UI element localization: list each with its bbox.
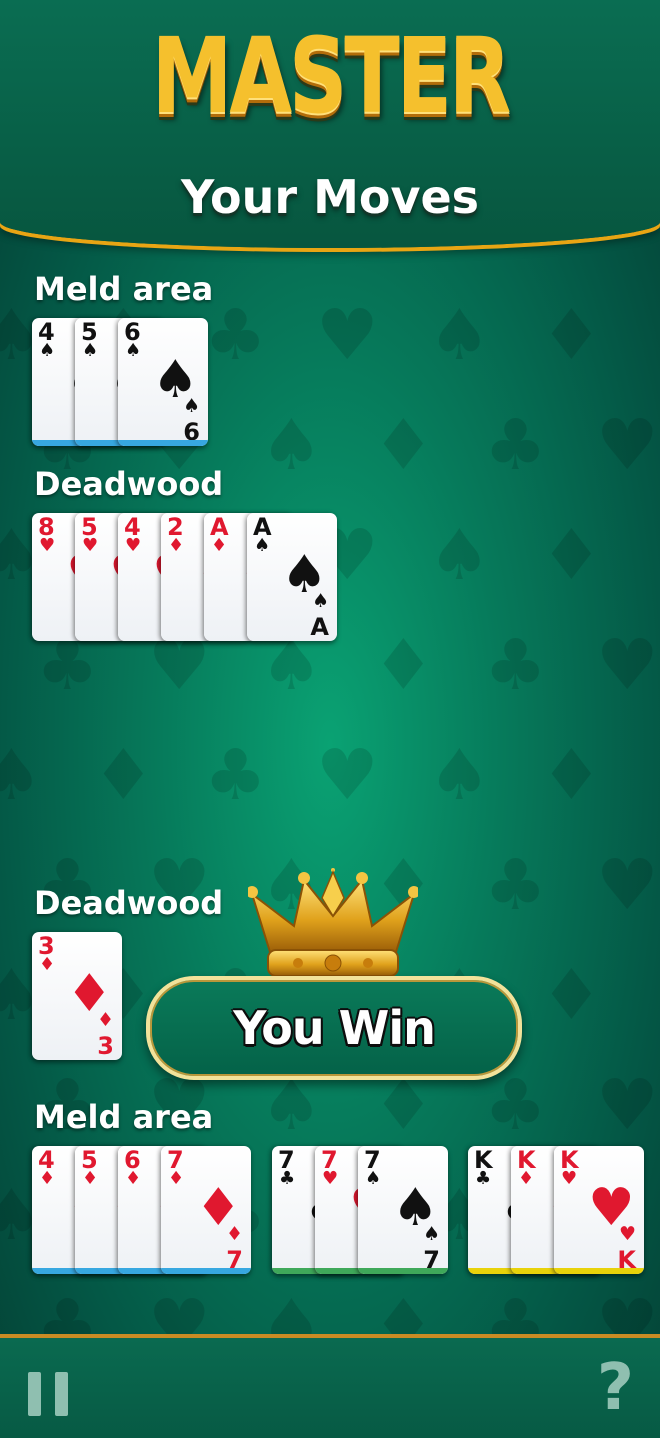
- bg-suit-icon: ♥: [316, 734, 379, 816]
- playing-card[interactable]: 3 ♦ ♦ ♦ 3: [32, 932, 122, 1060]
- card-suit: ♦: [125, 1168, 142, 1189]
- bg-suit-icon: ♠: [428, 514, 491, 596]
- help-button[interactable]: ?: [597, 1356, 634, 1420]
- bg-suit-icon: ♣: [484, 844, 547, 926]
- card-suit: ♠: [39, 340, 56, 361]
- pause-icon: [28, 1372, 41, 1416]
- you-win-banner: You Win: [146, 976, 522, 1080]
- card-suit: ♣: [475, 1168, 492, 1189]
- meld-stripe: [554, 1268, 644, 1274]
- card-suit: ♣: [279, 1168, 296, 1189]
- bg-suit-icon: ♦: [540, 954, 603, 1036]
- header-banner: MASTER Your Moves: [0, 0, 660, 248]
- bg-suit-icon: ♦: [372, 624, 435, 706]
- bg-suit-icon: ♥: [596, 1064, 659, 1146]
- card-suit: ♦: [96, 1009, 114, 1031]
- card-suit: ♥: [618, 1223, 636, 1245]
- card-suit: ♦: [39, 954, 56, 975]
- card-suit: ♠: [182, 395, 200, 417]
- card-suit: ♦: [168, 1168, 185, 1189]
- title: MASTER: [151, 15, 512, 137]
- card-suit: ♠: [82, 340, 99, 361]
- bg-suit-icon: ♠: [260, 1064, 323, 1146]
- bg-suit-icon: ♦: [540, 514, 603, 596]
- bg-suit-icon: ♥: [596, 844, 659, 926]
- bg-suit-icon: ♣: [204, 734, 267, 816]
- card-suit: ♦: [168, 535, 185, 556]
- card-suit: ♠: [422, 1223, 440, 1245]
- bg-suit-icon: ♦: [540, 734, 603, 816]
- bottom-bar: [0, 1334, 660, 1438]
- bg-suit-icon: ♠: [428, 734, 491, 816]
- card-suit: ♠: [365, 1168, 382, 1189]
- bg-suit-icon: ♥: [316, 294, 379, 376]
- bg-suit-icon: ♣: [484, 624, 547, 706]
- meld-stripe: [118, 440, 208, 446]
- pause-button[interactable]: [28, 1372, 68, 1416]
- bg-suit-icon: ♦: [372, 404, 435, 486]
- card-suit: ♦: [39, 1168, 56, 1189]
- playing-card[interactable]: 7 ♦ ♦ ♦ 7: [161, 1146, 251, 1274]
- player-meld-label: Meld area: [34, 1098, 214, 1136]
- opponent-meld-label: Meld area: [34, 270, 214, 308]
- card-suit: ♦: [82, 1168, 99, 1189]
- bg-suit-icon: ♣: [484, 404, 547, 486]
- bg-suit-icon: ♣: [204, 294, 267, 376]
- card-suit: ♠: [311, 590, 329, 612]
- bg-suit-icon: ♠: [428, 294, 491, 376]
- crown-icon: [248, 868, 418, 977]
- opponent-deadwood-label: Deadwood: [34, 465, 224, 503]
- card-suit: ♦: [211, 535, 228, 556]
- card-suit: ♥: [322, 1168, 339, 1189]
- bg-suit-icon: ♦: [372, 1064, 435, 1146]
- card-rank: A: [310, 613, 329, 641]
- bg-suit-icon: ♦: [540, 294, 603, 376]
- playing-card[interactable]: A ♠ ♠ ♠ A: [247, 513, 337, 641]
- bg-suit-icon: ♣: [484, 1064, 547, 1146]
- bg-suit-icon: ♦: [92, 734, 155, 816]
- meld-stripe: [161, 1268, 251, 1274]
- playing-card[interactable]: 7 ♠ ♠ ♠ 7: [358, 1146, 448, 1274]
- card-suit: ♦: [518, 1168, 535, 1189]
- bg-suit-icon: ♥: [596, 624, 659, 706]
- player-deadwood-label: Deadwood: [34, 884, 224, 922]
- playing-card[interactable]: K ♥ ♥ ♥ K: [554, 1146, 644, 1274]
- card-suit: ♥: [561, 1168, 578, 1189]
- subtitle: Your Moves: [180, 170, 480, 224]
- bg-suit-icon: ♠: [260, 404, 323, 486]
- card-rank: 3: [97, 1032, 114, 1060]
- card-suit: ♠: [254, 535, 271, 556]
- meld-stripe: [358, 1268, 448, 1274]
- card-suit: ♠: [125, 340, 142, 361]
- card-suit: ♦: [225, 1223, 243, 1245]
- playing-card[interactable]: 6 ♠ ♠ ♠ 6: [118, 318, 208, 446]
- card-suit: ♥: [39, 535, 56, 556]
- card-suit: ♥: [125, 535, 142, 556]
- card-suit: ♥: [82, 535, 99, 556]
- bg-suit-icon: ♥: [596, 404, 659, 486]
- bg-suit-icon: ♠: [0, 734, 43, 816]
